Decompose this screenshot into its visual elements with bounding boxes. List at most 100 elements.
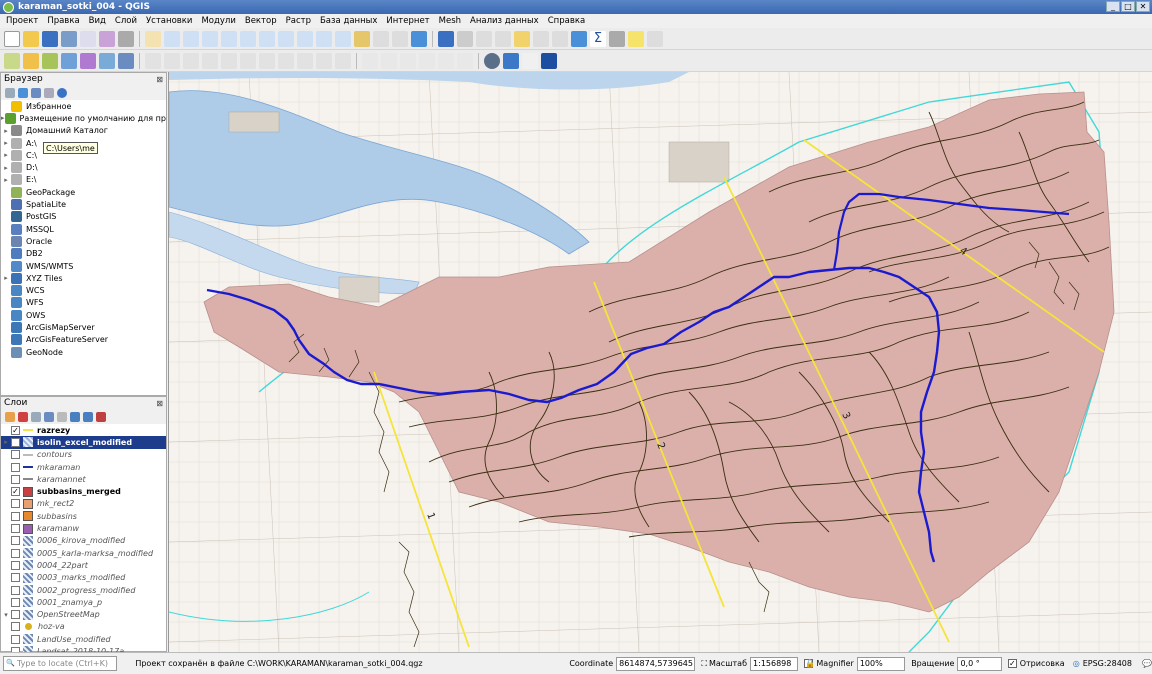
attribute-table-icon[interactable] bbox=[533, 30, 549, 47]
layer-visibility-checkbox[interactable] bbox=[11, 610, 20, 620]
map-tips-icon[interactable] bbox=[628, 30, 644, 47]
remove-layer-icon[interactable] bbox=[96, 412, 106, 422]
zoom-layer-icon[interactable] bbox=[278, 30, 294, 47]
layer-item[interactable]: mkaraman bbox=[1, 461, 166, 473]
copy-features-icon[interactable] bbox=[278, 52, 294, 69]
minimize-button[interactable]: _ bbox=[1106, 1, 1120, 12]
expand-arrow-icon[interactable]: ▸ bbox=[1, 114, 5, 122]
python-console-icon[interactable] bbox=[503, 52, 519, 69]
browser-item[interactable]: OWS bbox=[1, 309, 166, 321]
refresh-icon[interactable] bbox=[411, 30, 427, 47]
browser-item[interactable]: ▸ E:\ bbox=[1, 174, 166, 186]
open-project-icon[interactable] bbox=[23, 30, 39, 47]
scale-combo[interactable]: 1:156898 bbox=[750, 656, 799, 671]
plugin-icon[interactable] bbox=[484, 52, 500, 69]
layer-visibility-checkbox[interactable] bbox=[11, 474, 20, 484]
locator-search-input[interactable]: Type to locate (Ctrl+K) bbox=[3, 656, 118, 671]
print-layout-icon[interactable] bbox=[80, 30, 96, 47]
browser-item[interactable]: Oracle bbox=[1, 235, 166, 247]
layer-visibility-checkbox[interactable] bbox=[11, 524, 20, 534]
close-button[interactable]: ✕ bbox=[1136, 1, 1150, 12]
browser-item[interactable]: WFS bbox=[1, 297, 166, 309]
layer-item[interactable]: karamanw bbox=[1, 522, 166, 534]
zoom-full-icon[interactable] bbox=[240, 30, 256, 47]
close-panel-icon[interactable]: ⊠ bbox=[156, 397, 163, 410]
layer-item[interactable]: 0006_kirova_modified bbox=[1, 535, 166, 547]
browser-item[interactable]: ArcGisFeatureServer bbox=[1, 334, 166, 346]
zoom-next-icon[interactable] bbox=[335, 30, 351, 47]
layer-styling-icon[interactable] bbox=[5, 412, 15, 422]
text-annotation-icon[interactable] bbox=[647, 30, 663, 47]
expand-arrow-icon[interactable]: ▸ bbox=[1, 176, 11, 184]
layer-item[interactable]: 0004_22part bbox=[1, 559, 166, 571]
pan-icon[interactable] bbox=[145, 30, 161, 47]
menu-vector[interactable]: Вектор bbox=[245, 16, 277, 26]
browser-item[interactable]: WMS/WMTS bbox=[1, 260, 166, 272]
rotate-label-icon[interactable] bbox=[438, 52, 454, 69]
edits-icon[interactable] bbox=[145, 52, 161, 69]
zoom-native-icon[interactable] bbox=[297, 30, 313, 47]
layer-visibility-checkbox[interactable] bbox=[11, 622, 20, 632]
browser-item[interactable]: GeoPackage bbox=[1, 186, 166, 198]
expand-arrow-icon[interactable]: ▸ bbox=[1, 127, 11, 135]
paste-features-icon[interactable] bbox=[297, 52, 313, 69]
layer-item[interactable]: contours bbox=[1, 449, 166, 461]
run-action-icon[interactable] bbox=[457, 30, 473, 47]
layer-visibility-checkbox[interactable] bbox=[11, 450, 20, 460]
layer-item[interactable]: hoz-va bbox=[1, 621, 166, 633]
toggle-editing-icon[interactable] bbox=[164, 52, 180, 69]
label-icon[interactable] bbox=[362, 52, 378, 69]
menu-plugins[interactable]: Модули bbox=[201, 16, 235, 26]
delete-selected-icon[interactable] bbox=[240, 52, 256, 69]
map-canvas[interactable]: 1 2 3 4 bbox=[168, 72, 1152, 652]
virtual-layer-icon[interactable] bbox=[118, 52, 134, 69]
zoom-last-icon[interactable] bbox=[316, 30, 332, 47]
redo-icon[interactable] bbox=[335, 52, 351, 69]
pan-to-selection-icon[interactable] bbox=[164, 30, 180, 47]
coordinate-field[interactable]: 8614874,5739645 bbox=[616, 656, 696, 671]
select-features-icon[interactable] bbox=[476, 30, 492, 47]
menu-settings[interactable]: Установки bbox=[146, 16, 192, 26]
filter-icon[interactable] bbox=[31, 88, 41, 98]
layer-item[interactable]: 0002_progress_modified bbox=[1, 584, 166, 596]
menu-raster[interactable]: Растр bbox=[286, 16, 311, 26]
menu-database[interactable]: База данных bbox=[320, 16, 377, 26]
layer-visibility-checkbox[interactable] bbox=[11, 462, 20, 472]
bookmark-icon[interactable] bbox=[392, 30, 408, 47]
messages-icon[interactable]: 💬 bbox=[1142, 659, 1152, 668]
digitize-icon[interactable] bbox=[202, 52, 218, 69]
field-calculator-icon[interactable] bbox=[552, 30, 568, 47]
move-label-icon[interactable] bbox=[419, 52, 435, 69]
pin-labels-icon[interactable] bbox=[381, 52, 397, 69]
menu-mesh[interactable]: Mesh bbox=[439, 16, 461, 26]
magnifier-lock-icon[interactable]: 🔒 bbox=[804, 659, 815, 668]
zoom-out-icon[interactable] bbox=[202, 30, 218, 47]
expand-arrow-icon[interactable]: ▾ bbox=[1, 611, 11, 619]
browser-item[interactable]: ▸ XYZ Tiles bbox=[1, 272, 166, 284]
layer-visibility-checkbox[interactable] bbox=[11, 548, 20, 558]
layer-visibility-checkbox[interactable] bbox=[11, 536, 20, 546]
layer-visibility-checkbox[interactable] bbox=[11, 560, 20, 570]
layer-visibility-checkbox[interactable]: ✓ bbox=[11, 437, 20, 447]
save-as-icon[interactable] bbox=[61, 30, 77, 47]
menu-edit[interactable]: Правка bbox=[47, 16, 79, 26]
crs-globe-icon[interactable]: ◎ bbox=[1073, 659, 1080, 668]
map-svg[interactable]: 1 2 3 4 bbox=[169, 72, 1152, 652]
add-group-icon[interactable] bbox=[18, 412, 28, 422]
select-by-value-icon[interactable] bbox=[495, 30, 511, 47]
new-mesh-icon[interactable] bbox=[99, 52, 115, 69]
rotation-spinbox[interactable]: 0,0 ° bbox=[957, 656, 1002, 671]
zoom-in-icon[interactable] bbox=[183, 30, 199, 47]
menu-project[interactable]: Проект bbox=[6, 16, 38, 26]
browser-item[interactable]: DB2 bbox=[1, 248, 166, 260]
expand-arrow-icon[interactable]: ▸ bbox=[1, 164, 11, 172]
zoom-selection-icon[interactable] bbox=[259, 30, 275, 47]
undo-icon[interactable] bbox=[316, 52, 332, 69]
manage-themes-icon[interactable] bbox=[31, 412, 41, 422]
metasearch-icon[interactable] bbox=[541, 52, 557, 69]
layer-item[interactable]: 0001_znamya_p bbox=[1, 596, 166, 608]
add-layer-icon[interactable] bbox=[5, 88, 15, 98]
cut-features-icon[interactable] bbox=[259, 52, 275, 69]
menu-web[interactable]: Интернет bbox=[386, 16, 429, 26]
menu-processing[interactable]: Анализ данных bbox=[470, 16, 539, 26]
